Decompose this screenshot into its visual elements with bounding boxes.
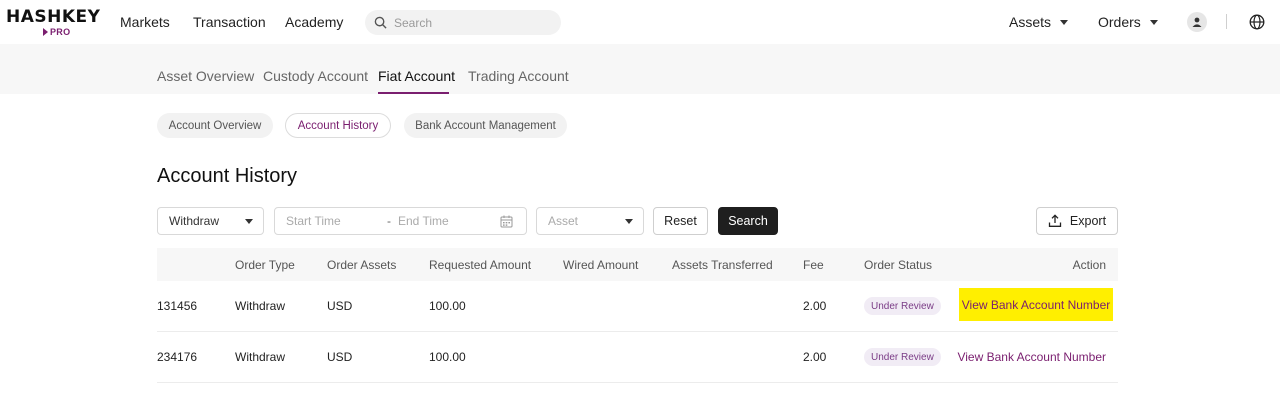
export-button[interactable]: Export [1036, 207, 1118, 235]
tab-custody-account[interactable]: Custody Account [263, 68, 368, 84]
export-label: Export [1069, 214, 1107, 228]
chevron-down-icon [1060, 19, 1069, 25]
order-type-value: Withdraw [169, 214, 220, 228]
reset-button[interactable]: Reset [653, 207, 708, 235]
chevron-down-icon [245, 219, 253, 224]
cell-order-id: 234176 [157, 350, 198, 364]
subtab-bank-account-management[interactable]: Bank Account Management [404, 113, 567, 138]
cell-fee: 2.00 [803, 299, 827, 313]
cell-requested-amount: 100.00 [429, 350, 466, 364]
end-time-placeholder[interactable]: End Time [398, 214, 449, 228]
active-tab-indicator [378, 92, 449, 94]
col-requested-amount: Requested Amount [429, 258, 532, 272]
range-separator: - [387, 214, 391, 228]
orders-menu-label: Orders [1098, 14, 1141, 30]
view-bank-account-link[interactable]: View Bank Account Number [959, 288, 1113, 321]
assets-menu-label: Assets [1009, 14, 1052, 30]
col-order-type: Order Type [235, 258, 295, 272]
page-title: Account History [157, 165, 298, 187]
table-header: Order Type Order Assets Requested Amount… [157, 248, 1118, 281]
cell-order-type: Withdraw [235, 350, 286, 364]
user-icon [1192, 17, 1202, 27]
search-input[interactable] [394, 15, 554, 30]
search-button[interactable]: Search [718, 207, 778, 235]
account-tabs: Asset Overview Custody Account Fiat Acco… [0, 44, 1280, 94]
subtab-account-overview[interactable]: Account Overview [157, 113, 273, 138]
top-nav: HASHKEY PRO Markets Transaction Academy … [0, 0, 1280, 44]
cell-order-id: 131456 [157, 299, 198, 313]
date-range-picker[interactable]: Start Time - End Time [274, 207, 527, 235]
col-fee: Fee [803, 258, 824, 272]
chevron-down-icon [1149, 19, 1158, 25]
cell-order-asset: USD [327, 350, 353, 364]
brand-sub: PRO [43, 27, 70, 37]
globe-icon[interactable] [1249, 14, 1265, 30]
user-avatar[interactable] [1187, 12, 1207, 32]
global-search[interactable] [365, 10, 561, 35]
tab-trading-account[interactable]: Trading Account [468, 68, 569, 84]
subtab-account-history[interactable]: Account History [285, 113, 391, 138]
chevron-down-icon [625, 219, 633, 224]
status-badge: Under Review [864, 348, 941, 366]
view-bank-account-link[interactable]: View Bank Account Number [957, 350, 1106, 364]
col-order-assets: Order Assets [327, 258, 397, 272]
cell-order-asset: USD [327, 299, 353, 313]
asset-placeholder: Asset [548, 214, 579, 228]
col-action: Action [1072, 258, 1106, 272]
brand-logo[interactable]: HASHKEY PRO [6, 7, 101, 38]
nav-transaction[interactable]: Transaction [193, 14, 266, 30]
table-row: 234176 Withdraw USD 100.00 2.00 Under Re… [157, 332, 1118, 383]
table-row: 131456 Withdraw USD 100.00 2.00 Under Re… [157, 281, 1118, 332]
calendar-icon [500, 215, 513, 228]
assets-menu[interactable]: Assets [1009, 14, 1069, 30]
tab-fiat-account[interactable]: Fiat Account [378, 68, 455, 84]
status-badge: Under Review [864, 297, 941, 315]
nav-academy[interactable]: Academy [285, 14, 343, 30]
divider [1226, 14, 1227, 29]
asset-select[interactable]: Asset [536, 207, 644, 235]
search-icon [374, 16, 387, 29]
brand-name: HASHKEY [6, 7, 101, 27]
start-time-placeholder[interactable]: Start Time [286, 214, 341, 228]
col-assets-transferred: Assets Transferred [672, 258, 773, 272]
cell-order-type: Withdraw [235, 299, 286, 313]
cell-requested-amount: 100.00 [429, 299, 466, 313]
tab-asset-overview[interactable]: Asset Overview [157, 68, 254, 84]
cell-fee: 2.00 [803, 350, 827, 364]
nav-markets[interactable]: Markets [120, 14, 170, 30]
order-type-select[interactable]: Withdraw [157, 207, 264, 235]
orders-menu[interactable]: Orders [1098, 14, 1158, 30]
col-order-status: Order Status [864, 258, 933, 272]
upload-icon [1048, 214, 1062, 227]
col-wired-amount: Wired Amount [563, 258, 639, 272]
